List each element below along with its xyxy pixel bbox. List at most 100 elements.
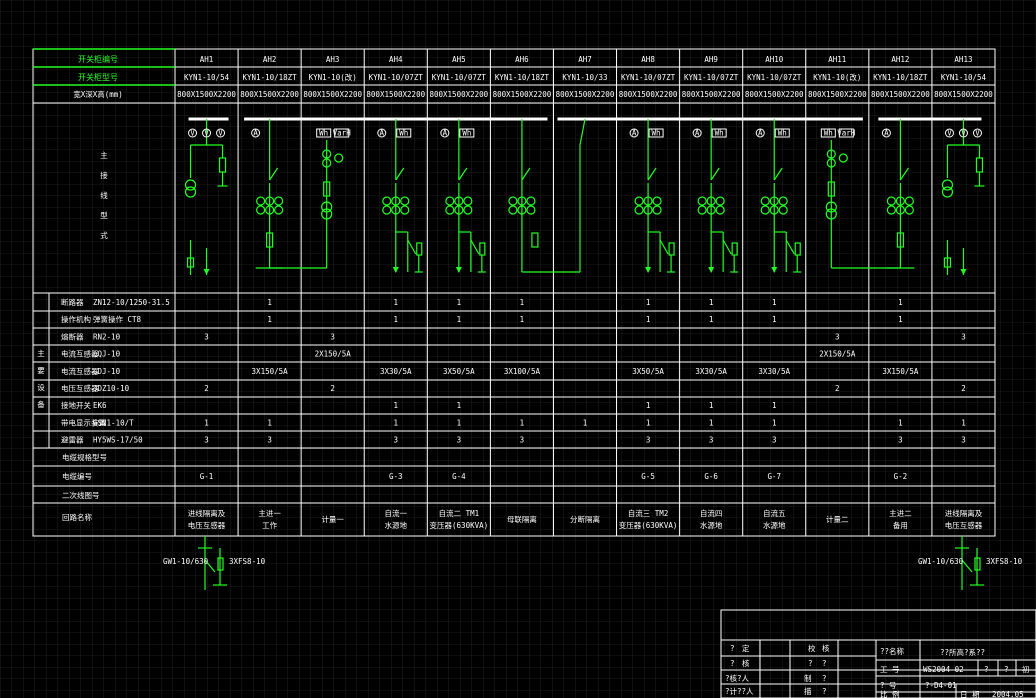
job-value: WS2004-02 xyxy=(923,665,964,674)
circuit-name: 主进一 xyxy=(258,508,281,518)
equipment-value: 3 xyxy=(330,332,335,341)
equipment-value: 3X150/5A xyxy=(882,367,919,376)
circuit-name: 变压器(630KVA) xyxy=(430,520,489,530)
cable-value: G-4 xyxy=(452,472,466,481)
meter-icon: VarH xyxy=(837,128,856,138)
equipment-value: 3 xyxy=(961,332,966,341)
equipment-spec: ZN12-10/1250-31.5 xyxy=(93,298,170,307)
tb-r4-a: ?计??人 xyxy=(725,686,754,696)
meter-symbol: VarH xyxy=(333,129,352,138)
meter-icon: VarH xyxy=(333,128,352,138)
cabinet-model: KYN1-10/07ZT xyxy=(369,73,424,82)
wiring-label-char: 接 xyxy=(100,170,108,180)
meter-symbol: Wh xyxy=(824,129,833,138)
row-label-dimensions: 宽X深X高(mm) xyxy=(73,89,123,99)
equipment-value: 3 xyxy=(961,436,966,445)
cable-value: G-5 xyxy=(641,472,655,481)
tb-mark-b: ? xyxy=(1004,665,1009,674)
cable-value: G-3 xyxy=(389,472,403,481)
equipment-value: 1 xyxy=(267,298,272,307)
equipment-value: 1 xyxy=(772,401,777,410)
meter-symbol: V xyxy=(961,129,966,138)
row-label: 电缆规格型号 xyxy=(62,452,107,462)
circuit-name: 水源地 xyxy=(385,520,408,530)
date-value: 2004.05 xyxy=(992,690,1024,698)
circuit-name: 母联隔离 xyxy=(507,514,537,524)
circuit-name: 水源地 xyxy=(700,520,723,530)
wiring-label-char: 型 xyxy=(100,211,108,220)
cabinet-dimensions: 800X1500X2200 xyxy=(682,90,741,99)
equipment-value: 3 xyxy=(898,436,903,445)
cabinet-model: KYN1-10/18ZT xyxy=(243,73,298,82)
circuit-name: 自流三 TM2 xyxy=(628,508,669,518)
equipment-value: 1 xyxy=(457,298,462,307)
job-label: 工 号 xyxy=(880,665,900,674)
meter-symbol: V xyxy=(975,129,980,138)
right-fuse-label: 3XFS8-10 xyxy=(986,557,1023,566)
equipment-value: 1 xyxy=(772,315,777,324)
circuit-name: 工作 xyxy=(262,520,277,530)
equipment-value: 3 xyxy=(204,436,209,445)
equipment-value: 3X30/5A xyxy=(758,367,790,376)
background-grid xyxy=(0,0,1036,698)
equipment-value: 1 xyxy=(520,418,525,427)
circuit-name: 主进二 xyxy=(889,508,912,518)
equipment-value: 1 xyxy=(394,315,399,324)
meter-symbol: Wh xyxy=(399,129,408,138)
meter-symbol: V xyxy=(204,129,209,138)
row-label: 电缆编号 xyxy=(62,471,92,481)
equipment-value: 2X150/5A xyxy=(315,350,352,359)
cabinet-id: AH4 xyxy=(389,55,403,64)
equipment-group-char: 设 xyxy=(37,382,45,392)
cabinet-dimensions: 800X1500X2200 xyxy=(429,90,488,99)
project-label: ??名称 xyxy=(880,646,905,656)
cabinet-model: KYN1-10/18ZT xyxy=(873,73,928,82)
equipment-value: 3 xyxy=(772,436,777,445)
equipment-value: 1 xyxy=(646,401,651,410)
cabinet-dimensions: 800X1500X2200 xyxy=(934,90,993,99)
circuit-name: 自流二 TM1 xyxy=(439,508,480,518)
equipment-value: 1 xyxy=(709,401,714,410)
meter-symbol: A xyxy=(758,129,763,138)
equipment-value: 3X150/5A xyxy=(252,367,289,376)
circuit-name: 变压器(630KVA) xyxy=(619,520,678,530)
equipment-name: 避雷器 xyxy=(61,435,84,445)
meter-symbol: A xyxy=(380,129,385,138)
equipment-value: 1 xyxy=(646,418,651,427)
cabinet-dimensions: 800X1500X2200 xyxy=(808,90,867,99)
tb-r1-a: ? xyxy=(730,644,735,653)
cable-value: G-6 xyxy=(704,472,718,481)
left-fuse-label: 3XFS8-10 xyxy=(229,557,266,566)
equipment-value: 1 xyxy=(772,418,777,427)
equipment-spec: GSN1-10/T xyxy=(93,418,134,427)
cabinet-model: KYN1-10/07ZT xyxy=(684,73,739,82)
meter-symbol: Wh xyxy=(715,129,724,138)
meter-symbol: A xyxy=(884,129,889,138)
equipment-value: 1 xyxy=(204,418,209,427)
wiring-label-char: 式 xyxy=(100,230,108,240)
equipment-spec: EK6 xyxy=(93,401,107,410)
equipment-value: 1 xyxy=(394,298,399,307)
equipment-value: 3X50/5A xyxy=(443,367,475,376)
equipment-value: 1 xyxy=(898,298,903,307)
tb-r3-c: ? xyxy=(822,674,827,683)
cabinet-dimensions: 800X1500X2200 xyxy=(745,90,804,99)
cabinet-id: AH11 xyxy=(828,55,846,64)
tb-r2-b: 核 xyxy=(742,658,750,668)
equipment-value: 1 xyxy=(961,418,966,427)
circuit-name: 分断隔离 xyxy=(570,514,600,524)
equipment-value: 2X150/5A xyxy=(819,350,856,359)
project-name: ??所高?系?? xyxy=(940,647,985,657)
tb-r4-b: 描 xyxy=(804,686,812,696)
equipment-value: 2 xyxy=(835,384,840,393)
equipment-value: 2 xyxy=(204,384,209,393)
row-label-cabinet-model: 开关柜型号 xyxy=(78,72,118,82)
cabinet-dimensions: 800X1500X2200 xyxy=(493,90,552,99)
equipment-value: 1 xyxy=(898,418,903,427)
cabinet-dimensions: 800X1500X2200 xyxy=(556,90,615,99)
date-label: 日 期 xyxy=(960,690,980,698)
meter-symbol: Wh xyxy=(778,129,787,138)
equipment-value: 1 xyxy=(898,315,903,324)
equipment-spec: LQJ-10 xyxy=(93,350,121,359)
cabinet-id: AH12 xyxy=(891,55,909,64)
